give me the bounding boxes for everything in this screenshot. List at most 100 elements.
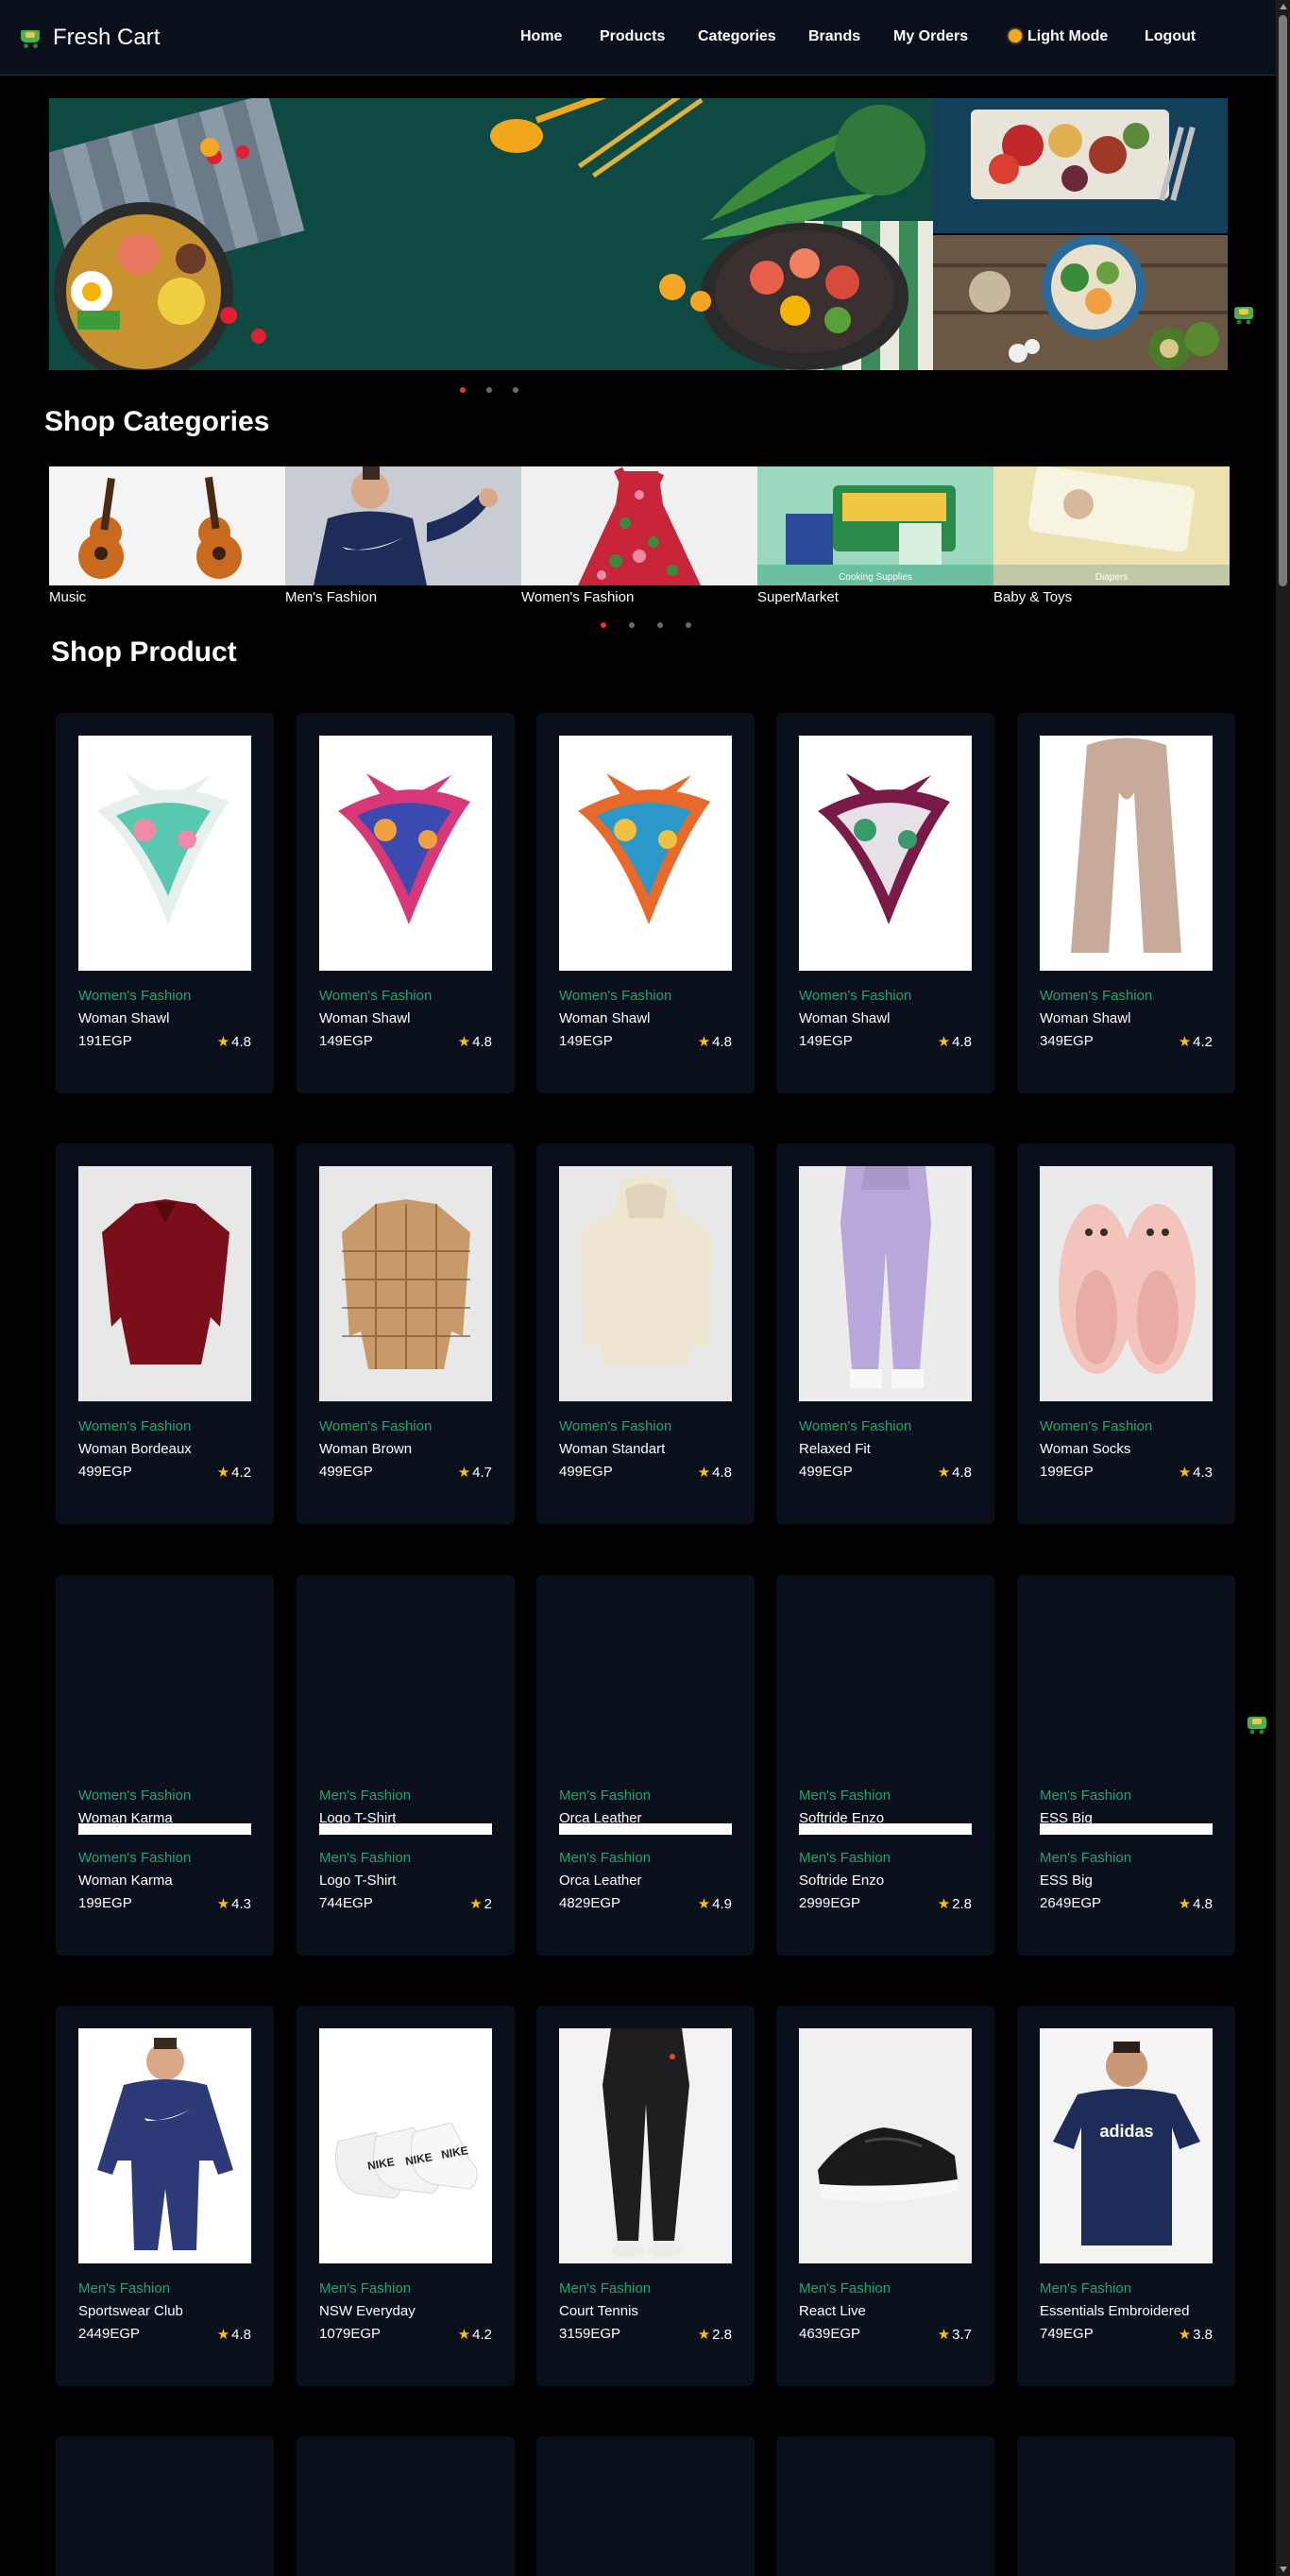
product-category[interactable]: Men's Fashion <box>559 2280 651 2296</box>
product-rating: ★ 4.2 <box>217 1464 251 1481</box>
product-image-alt-category: Men's Fashion <box>1040 1788 1132 1804</box>
product-image[interactable] <box>319 1166 492 1401</box>
product-card[interactable]: Women's Fashion Woman Shawl 191EGP ★ 4.8 <box>56 713 274 1093</box>
nav-link-brands[interactable]: Brands <box>808 28 860 45</box>
product-name: ESS Big <box>1040 1873 1093 1889</box>
product-card[interactable]: Women's Fashion Woman Shawl 149EGP ★ 4.8 <box>776 713 994 1093</box>
nav-link-categories[interactable]: Categories <box>698 28 776 45</box>
product-category[interactable]: Women's Fashion <box>799 1418 911 1434</box>
product-card[interactable]: Women's Fashion Woman Brown 499EGP ★ 4.7 <box>297 1144 515 1524</box>
product-rating: ★ 4.8 <box>938 1033 972 1050</box>
product-image-alt-name: Orca Leather <box>559 1810 642 1823</box>
product-image[interactable] <box>78 2028 251 2263</box>
product-image[interactable] <box>559 2028 732 2263</box>
product-card[interactable]: Women's Fashion Woman Karma Women's Fashio… <box>56 1575 274 1956</box>
product-image[interactable] <box>319 736 492 971</box>
star-icon: ★ <box>937 1465 951 1481</box>
product-card[interactable]: Men's Fashion Orca Leather Men's Fashion Or… <box>536 1575 755 1956</box>
nav-link-home[interactable]: Home <box>520 28 562 45</box>
hero-slider-dot[interactable] <box>486 387 492 393</box>
categories-slider-dot[interactable] <box>686 622 691 628</box>
category-card[interactable]: Women's Fashion <box>521 466 757 608</box>
product-image[interactable] <box>559 1166 732 1401</box>
page-scrollbar[interactable] <box>1276 0 1290 2576</box>
category-card[interactable]: Diapers Baby & Toys <box>993 466 1230 608</box>
product-card[interactable]: Women's Fashion Woman Standart 499EGP ★ 4.8 <box>536 1144 755 1524</box>
product-price: 4639EGP <box>799 2326 861 2342</box>
product-image[interactable] <box>799 736 972 971</box>
product-card[interactable]: Men's Fashion Softride Enzo Men's Fashion S… <box>776 1575 994 1956</box>
product-card[interactable]: Men's Fashion Court Tennis 3159EGP ★ 2.8 <box>536 2006 755 2386</box>
category-label: Women's Fashion <box>521 589 635 605</box>
product-image[interactable] <box>559 736 732 971</box>
star-icon: ★ <box>216 2327 230 2343</box>
product-category[interactable]: Men's Fashion <box>78 2280 170 2296</box>
product-image[interactable] <box>1040 736 1213 971</box>
product-category[interactable]: Women's Fashion <box>78 988 191 1004</box>
nav-link-my-orders[interactable]: My Orders <box>893 28 968 45</box>
product-category[interactable]: Men's Fashion <box>1040 2280 1131 2296</box>
product-card[interactable]: Women's Fashion Woman Shawl 149EGP ★ 4.8 <box>536 713 755 1093</box>
product-card[interactable]: NIKE NIKE NIKE Men's Fashion NSW Everyday 1… <box>297 2006 515 2386</box>
categories-slider-dot[interactable] <box>657 622 663 628</box>
product-image[interactable]: adidas <box>1040 2028 1213 2263</box>
product-category[interactable]: Women's Fashion <box>319 988 432 1004</box>
categories-slider-dots[interactable] <box>601 622 691 628</box>
product-category[interactable]: Men's Fashion <box>799 1850 891 1866</box>
category-card[interactable]: Music <box>49 466 285 608</box>
product-image[interactable]: NIKE NIKE NIKE <box>319 2028 492 2263</box>
hero-slider-dot[interactable] <box>513 387 518 393</box>
scroll-down-arrow-icon[interactable] <box>1280 2567 1287 2572</box>
category-card[interactable]: Cooking Supplies SuperMarket <box>757 466 993 608</box>
product-category[interactable]: Women's Fashion <box>559 988 671 1004</box>
product-card[interactable]: Women's Fashion Woman Socks 199EGP ★ 4.3 <box>1017 1144 1235 1524</box>
product-category[interactable]: Men's Fashion <box>799 2280 891 2296</box>
scroll-up-arrow-icon[interactable] <box>1280 4 1287 9</box>
floating-cart-icon[interactable] <box>1232 304 1255 325</box>
product-card[interactable]: adidas Men's Fashion Essentials Embroidere… <box>1017 2006 1235 2386</box>
product-category[interactable]: Women's Fashion <box>1040 1418 1152 1434</box>
hero-slider-dot[interactable] <box>460 387 466 393</box>
product-price: 349EGP <box>1040 1033 1094 1049</box>
product-category[interactable]: Men's Fashion <box>319 2280 411 2296</box>
product-category[interactable]: Women's Fashion <box>559 1418 671 1434</box>
product-image[interactable] <box>78 1166 251 1401</box>
star-icon: ★ <box>1178 1034 1192 1050</box>
floating-cart-icon[interactable] <box>1246 1714 1268 1735</box>
product-card[interactable]: Men's Fashion React Live 4639EGP ★ 3.7 <box>776 2006 994 2386</box>
product-card[interactable]: Women's Fashion Relaxed Fit 499EGP ★ 4.8 <box>776 1144 994 1524</box>
categories-slider[interactable]: Music Men's Fashion Women's Fashion Cook… <box>49 466 1230 608</box>
product-category[interactable]: Women's Fashion <box>78 1418 191 1434</box>
product-card-placeholder <box>536 2436 755 2576</box>
product-card[interactable]: Women's Fashion Woman Bordeaux 499EGP ★ 4.2 <box>56 1144 274 1524</box>
hero-slider-dots[interactable] <box>460 387 518 393</box>
product-image[interactable] <box>799 2028 972 2263</box>
product-image[interactable] <box>78 736 251 971</box>
product-rating-value: 4.2 <box>231 1465 251 1481</box>
product-card[interactable]: Women's Fashion Woman Shawl 349EGP ★ 4.2 <box>1017 713 1235 1093</box>
product-rating-value: 4.8 <box>231 1034 251 1050</box>
product-category[interactable]: Men's Fashion <box>559 1850 651 1866</box>
product-card[interactable]: Men's Fashion Sportswear Club 2449EGP ★ 4.8 <box>56 2006 274 2386</box>
product-card[interactable]: Men's Fashion Logo T-Shirt Men's Fashion Lo… <box>297 1575 515 1956</box>
product-category[interactable]: Men's Fashion <box>319 1850 411 1866</box>
nav-link-products[interactable]: Products <box>600 28 665 45</box>
product-card[interactable]: Men's Fashion ESS Big Men's Fashion ESS Big… <box>1017 1575 1235 1956</box>
product-card[interactable]: Women's Fashion Woman Shawl 149EGP ★ 4.8 <box>297 713 515 1093</box>
product-category[interactable]: Women's Fashion <box>1040 988 1152 1004</box>
product-name: Relaxed Fit <box>799 1441 871 1457</box>
nav-link-logout[interactable]: Logout <box>1145 28 1196 45</box>
product-image[interactable] <box>799 1166 972 1401</box>
scroll-thumb[interactable] <box>1279 15 1287 586</box>
product-category[interactable]: Women's Fashion <box>78 1850 191 1866</box>
product-image[interactable] <box>1040 1166 1213 1401</box>
product-category[interactable]: Women's Fashion <box>799 988 911 1004</box>
product-category[interactable]: Men's Fashion <box>1040 1850 1131 1866</box>
product-category[interactable]: Women's Fashion <box>319 1418 432 1434</box>
hero-slider[interactable] <box>49 98 1228 370</box>
categories-slider-dot[interactable] <box>601 622 606 628</box>
categories-slider-dot[interactable] <box>629 622 635 628</box>
nav-link-light-mode[interactable]: Light Mode <box>1009 28 1108 45</box>
product-image-alt-category: Men's Fashion <box>319 1788 412 1804</box>
category-card[interactable]: Men's Fashion <box>285 466 521 608</box>
